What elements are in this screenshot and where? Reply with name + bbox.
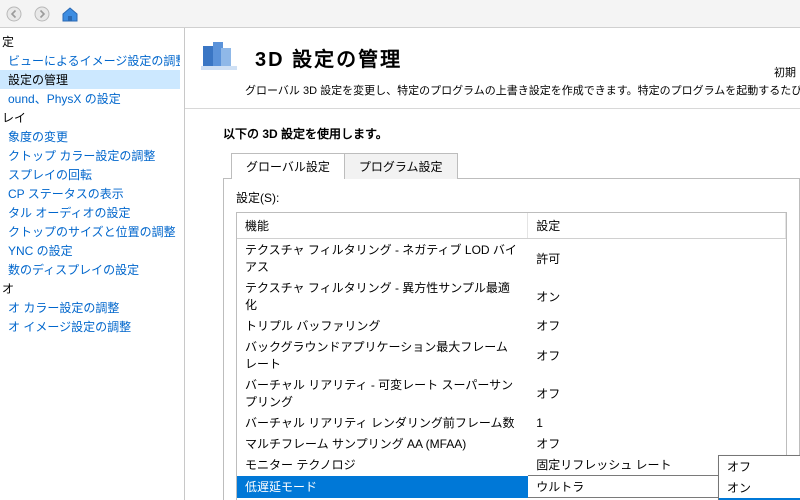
table-row[interactable]: バックグラウンドアプリケーション最大フレームレートオフ (237, 336, 786, 374)
page-description: グローバル 3D 設定を変更し、特定のプログラムの上書き設定を作成できます。特定… (185, 82, 800, 108)
sidebar-heading: オ (0, 279, 180, 298)
back-icon[interactable] (4, 4, 24, 24)
page-header: 3D 設定の管理 (185, 28, 800, 82)
tab-program[interactable]: プログラム設定 (344, 153, 458, 179)
value-cell[interactable]: オフ (528, 374, 786, 412)
settings-label: 設定(S): (236, 189, 787, 206)
tab-body: 設定(S): 機能 設定 テクスチャ フィルタリング - ネガティブ LOD バ… (223, 178, 800, 500)
table-row[interactable]: トリプル バッファリングオフ (237, 315, 786, 336)
dropdown-option[interactable]: オフ (719, 456, 800, 477)
sidebar-item[interactable]: クトップ カラー設定の調整 (0, 146, 180, 165)
sidebar-item[interactable]: 設定の管理 (0, 70, 180, 89)
sidebar-item[interactable]: タル オーディオの設定 (0, 203, 180, 222)
divider (185, 108, 800, 109)
table-row[interactable]: バーチャル リアリティ レンダリング前フレーム数1 (237, 412, 786, 433)
column-value[interactable]: 設定 (528, 213, 786, 239)
content-area: 3D 設定の管理 初期 グローバル 3D 設定を変更し、特定のプログラムの上書き… (185, 28, 800, 500)
feature-cell: バックグラウンドアプリケーション最大フレームレート (237, 336, 528, 374)
table-row[interactable]: モニター テクノロジ固定リフレッシュ レート (237, 454, 786, 476)
sidebar-item[interactable]: オ イメージ設定の調整 (0, 317, 180, 336)
sidebar-heading: 定 (0, 32, 180, 51)
sidebar-item[interactable]: クトップのサイズと位置の調整 (0, 222, 180, 241)
home-icon[interactable] (60, 4, 80, 24)
table-row[interactable]: テクスチャ フィルタリング - 異方性サンプル最適化オン (237, 277, 786, 315)
feature-cell: テクスチャ フィルタリング - 異方性サンプル最適化 (237, 277, 528, 315)
feature-cell: 低遅延モード (237, 476, 528, 498)
value-cell[interactable]: オフ (528, 336, 786, 374)
sidebar-item[interactable]: 数のディスプレイの設定 (0, 260, 180, 279)
table-row[interactable]: バーチャル リアリティ - 可変レート スーパーサンプリングオフ (237, 374, 786, 412)
feature-cell: バーチャル リアリティ - 可変レート スーパーサンプリング (237, 374, 528, 412)
toolbar (0, 0, 800, 28)
sidebar-item[interactable]: 象度の変更 (0, 127, 180, 146)
feature-cell: バーチャル リアリティ レンダリング前フレーム数 (237, 412, 528, 433)
value-cell[interactable]: 1 (528, 412, 786, 433)
sidebar-item[interactable]: ound、PhysX の設定 (0, 89, 180, 108)
table-row[interactable]: 低遅延モードウルトラ▾ (237, 476, 786, 498)
forward-icon[interactable] (32, 4, 52, 24)
value-cell[interactable]: 許可 (528, 239, 786, 278)
sidebar-item[interactable]: CP ステータスの表示 (0, 184, 180, 203)
column-feature[interactable]: 機能 (237, 213, 528, 239)
tab-global[interactable]: グローバル設定 (231, 153, 345, 179)
dropdown-option[interactable]: オン (719, 477, 800, 498)
feature-cell: テクスチャ フィルタリング - ネガティブ LOD バイアス (237, 239, 528, 278)
sidebar-item[interactable]: YNC の設定 (0, 241, 180, 260)
sidebar-item[interactable]: スプレイの回転 (0, 165, 180, 184)
feature-cell: マルチフレーム サンプリング AA (MFAA) (237, 433, 528, 454)
value-cell[interactable]: オン (528, 277, 786, 315)
settings-3d-icon (199, 38, 243, 76)
value-cell[interactable]: オフ (528, 433, 786, 454)
feature-cell: モニター テクノロジ (237, 454, 528, 476)
sidebar-heading: レイ (0, 108, 180, 127)
value-cell[interactable]: オフ (528, 315, 786, 336)
restore-defaults-link[interactable]: 初期 (774, 64, 796, 80)
table-row[interactable]: テクスチャ フィルタリング - ネガティブ LOD バイアス許可 (237, 239, 786, 278)
feature-cell: トリプル バッファリング (237, 315, 528, 336)
sidebar-item[interactable]: オ カラー設定の調整 (0, 298, 180, 317)
table-row[interactable]: マルチフレーム サンプリング AA (MFAA)オフ (237, 433, 786, 454)
panel-title: 以下の 3D 設定を使用します。 (223, 119, 800, 152)
settings-grid: 機能 設定 テクスチャ フィルタリング - ネガティブ LOD バイアス許可テク… (236, 212, 787, 500)
dropdown-popup[interactable]: オフオンウルトラ (718, 455, 800, 500)
page-title: 3D 設定の管理 (255, 43, 402, 72)
sidebar: 定ビューによるイメージ設定の調整設定の管理ound、PhysX の設定レイ象度の… (0, 28, 185, 500)
tabs: グローバル設定 プログラム設定 (231, 152, 800, 178)
sidebar-item[interactable]: ビューによるイメージ設定の調整 (0, 51, 180, 70)
